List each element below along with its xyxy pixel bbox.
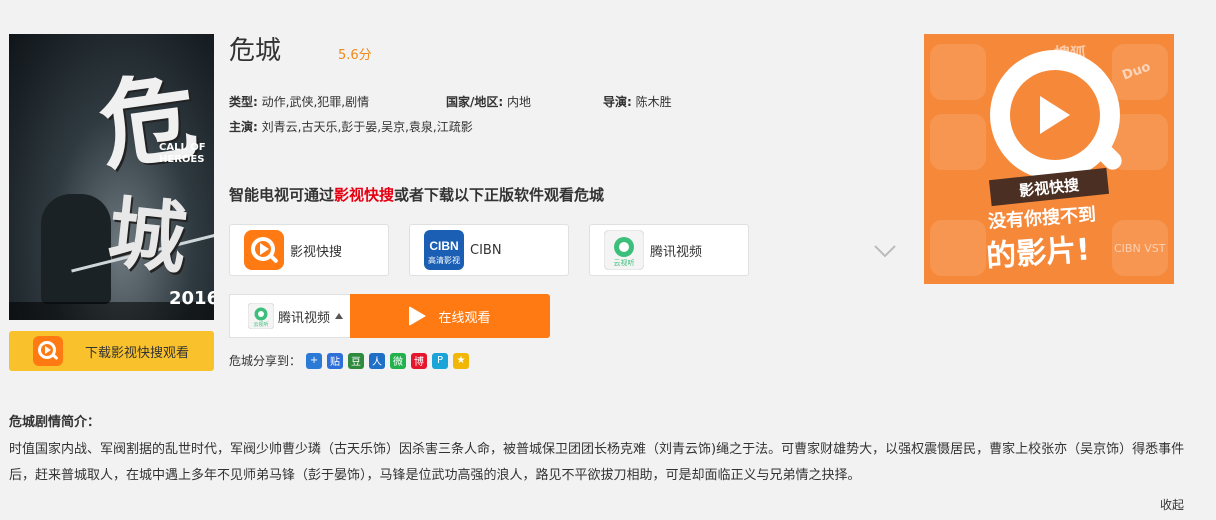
- ad-tile-text: CIBN VST: [1114, 242, 1166, 255]
- watch-online-button[interactable]: 在线观看: [350, 294, 550, 338]
- svg-text:高清影视: 高清影视: [428, 255, 460, 265]
- app-name: CIBN: [470, 242, 502, 258]
- yingshi-kuaisou-icon: [244, 230, 284, 270]
- tencent-weibo-icon[interactable]: P: [432, 352, 449, 369]
- chevron-down-icon[interactable]: [873, 243, 897, 259]
- genre-value: 动作,武侠,犯罪,剧情: [261, 95, 370, 109]
- region-value: 内地: [507, 95, 532, 109]
- director-label: 导演:: [603, 95, 632, 109]
- movie-poster: 危 城 CALL OF HEROES 2016: [9, 34, 214, 320]
- renren-icon[interactable]: 人: [369, 352, 386, 369]
- region-label: 国家/地区:: [446, 95, 504, 109]
- app-icon-wrapper: CIBN 高清影视: [424, 230, 464, 270]
- svg-text:云视听: 云视听: [253, 321, 268, 328]
- source-select-value: 腾讯视频: [278, 310, 331, 326]
- wechat-icon[interactable]: 微: [390, 352, 407, 369]
- ad-tile: [930, 44, 986, 100]
- app-icon-wrapper: [244, 230, 284, 270]
- ad-slogan-line2: 的影片!: [985, 232, 1092, 275]
- tencent-video-icon: 云视听: [604, 230, 644, 270]
- watch-hint-prefix: 智能电视可通过: [229, 186, 335, 204]
- watch-hint-highlight[interactable]: 影视快搜: [334, 186, 394, 204]
- douban-icon[interactable]: 豆: [348, 352, 365, 369]
- app-name: 影视快搜: [290, 244, 343, 260]
- cibn-icon: CIBN 高清影视: [424, 230, 464, 270]
- app-icon-wrapper: 云视听: [604, 230, 644, 270]
- cast-row: 主演: 刘青云,古天乐,彭于晏,吴京,袁泉,江疏影: [229, 118, 473, 135]
- app-card-yingshi-kuaisou[interactable]: 影视快搜: [229, 224, 389, 276]
- synopsis-body: 时值国家内战、军阀割据的乱世时代，军阀少帅曹少璘（古天乐饰）因杀害三条人命，被普…: [9, 442, 1185, 483]
- source-select[interactable]: 云视听 腾讯视频: [229, 294, 351, 338]
- source-icon-wrapper: 云视听: [248, 303, 274, 329]
- app-card-tencent-video[interactable]: 云视听 腾讯视频: [589, 224, 749, 276]
- cast-value: 刘青云,古天乐,彭于晏,吴京,袁泉,江疏影: [261, 120, 473, 134]
- poster-year: 2016: [169, 288, 214, 309]
- app-card-cibn[interactable]: CIBN 高清影视 CIBN: [409, 224, 569, 276]
- tieba-icon[interactable]: 贴: [327, 352, 344, 369]
- page-title: 危城: [229, 36, 282, 66]
- director-value: 陈木胜: [635, 95, 672, 109]
- caret-up-icon: [335, 313, 344, 319]
- watch-hint: 智能电视可通过影视快搜或者下载以下正版软件观看危城: [229, 184, 604, 205]
- qzone-icon[interactable]: +: [306, 352, 323, 369]
- ad-banner[interactable]: 搜狐 Duo CIBN VST 影视快搜 没有你搜不到 的影片!: [924, 34, 1174, 284]
- yingshi-kuaisou-icon: [33, 336, 63, 366]
- weibo-icon[interactable]: 博: [411, 352, 428, 369]
- svg-text:CIBN: CIBN: [429, 239, 458, 253]
- play-icon: [409, 306, 427, 326]
- download-app-label: 下载影视快搜观看: [85, 345, 190, 361]
- favorite-icon[interactable]: ★: [453, 352, 470, 369]
- cast-label: 主演:: [229, 120, 258, 134]
- play-icon: [1040, 96, 1070, 134]
- poster-title-char-1: 危: [92, 58, 204, 185]
- synopsis-title: 危城剧情简介：: [9, 415, 101, 430]
- genre-label: 类型:: [229, 95, 258, 109]
- download-app-button[interactable]: 下载影视快搜观看: [9, 331, 214, 371]
- ad-tile: [930, 220, 986, 276]
- collapse-link[interactable]: 收起: [1160, 496, 1184, 513]
- watch-online-label: 在线观看: [438, 310, 491, 326]
- share-label: 危城分享到：: [229, 354, 302, 368]
- ad-tile: [930, 114, 986, 170]
- tencent-video-icon: 云视听: [248, 303, 274, 329]
- watch-hint-suffix: 或者下载以下正版软件观看危城: [394, 186, 605, 204]
- genre-row: 类型: 动作,武侠,犯罪,剧情: [229, 93, 369, 110]
- app-name: 腾讯视频: [650, 244, 703, 260]
- director-row: 导演: 陈木胜: [603, 93, 672, 110]
- poster-title-char-2: 城: [103, 187, 191, 286]
- share-bar: 危城分享到： + 贴 豆 人 微 博 P ★: [229, 352, 470, 369]
- poster-english-title: CALL OF HEROES: [159, 142, 206, 165]
- region-row: 国家/地区: 内地: [446, 93, 531, 110]
- poster-figure: [41, 194, 111, 304]
- svg-text:云视听: 云视听: [614, 258, 635, 267]
- movie-score: 5.6分: [338, 48, 372, 63]
